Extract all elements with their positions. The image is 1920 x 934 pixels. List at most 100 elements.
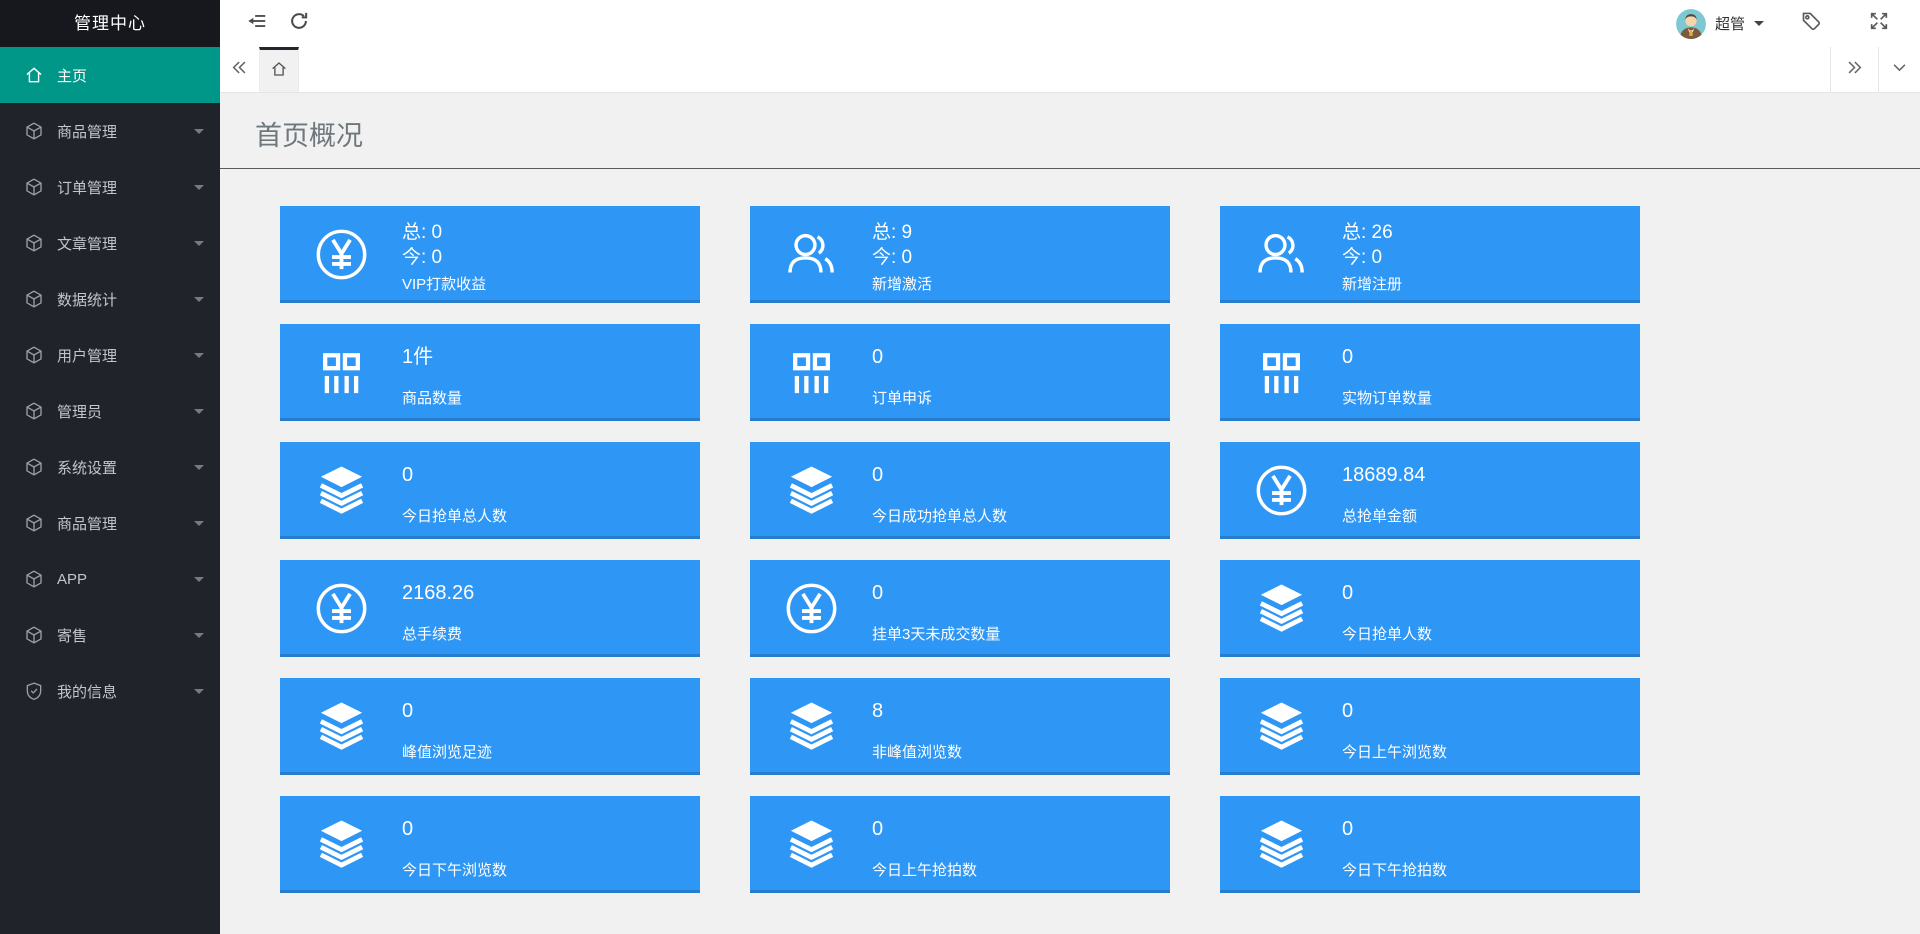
stat-card-body: 18689.84 总抢单金额 — [1342, 454, 1425, 527]
user-menu[interactable]: 超管 — [1675, 8, 1764, 39]
cube-icon — [24, 345, 44, 365]
stat-card-label: 商品数量 — [402, 390, 463, 407]
sidebar-item[interactable]: 管理员 — [0, 383, 220, 439]
layers-icon — [280, 699, 402, 754]
caret-down-icon — [194, 409, 204, 419]
sidebar-item[interactable]: APP — [0, 551, 220, 607]
stat-card-value: 0 — [1342, 818, 1354, 840]
tag-icon — [1800, 10, 1822, 37]
caret-down-icon — [194, 689, 204, 699]
tabbar — [220, 47, 1920, 93]
cube-icon — [24, 401, 44, 421]
sidebar-item[interactable]: 系统设置 — [0, 439, 220, 495]
cube-icon — [24, 513, 44, 533]
stat-card-label: VIP打款收益 — [402, 276, 487, 293]
layers-icon — [1220, 699, 1342, 754]
goods-icon — [280, 345, 402, 400]
fullscreen-button[interactable] — [1858, 3, 1900, 45]
sidebar-item[interactable]: 我的信息 — [0, 663, 220, 719]
stat-card: 8 非峰值浏览数 — [750, 678, 1170, 775]
page-title: 首页概况 — [220, 93, 1920, 169]
stat-card-label: 非峰值浏览数 — [872, 744, 963, 761]
home-icon — [270, 60, 288, 83]
sidebar-item[interactable]: 商品管理 — [0, 495, 220, 551]
stat-card-body: 0 今日抢单总人数 — [402, 454, 507, 527]
refresh-icon — [288, 10, 310, 37]
stat-card: 2168.26 总手续费 — [280, 560, 700, 657]
stat-card-body: 1件 商品数量 — [402, 336, 462, 409]
stat-card: 0 峰值浏览足迹 — [280, 678, 700, 775]
cube-icon — [24, 289, 44, 309]
collapse-menu-button[interactable] — [236, 3, 278, 45]
sidebar-item-label: 商品管理 — [57, 123, 118, 141]
stat-card-body: 0 今日下午浏览数 — [402, 808, 507, 881]
yen-circle-icon — [280, 581, 402, 636]
sidebar-item[interactable]: 商品管理 — [0, 103, 220, 159]
caret-down-icon — [194, 297, 204, 307]
stat-card: 总: 0 今: 0 VIP打款收益 — [280, 206, 700, 303]
stat-card-label: 峰值浏览足迹 — [402, 744, 493, 761]
stat-card-value: 0 — [402, 464, 414, 486]
layers-icon — [280, 463, 402, 518]
stat-card-body: 0 今日上午抢拍数 — [872, 808, 977, 881]
stat-card-body: 0 实物订单数量 — [1342, 336, 1432, 409]
layers-icon — [750, 817, 872, 872]
stat-card-label: 订单申诉 — [872, 390, 933, 407]
admin-app: 管理中心 主页 商品管理 订单管理 文章管理 数据统计 用户管理 管理员 系统设置 商品管理 AP… — [0, 0, 1920, 934]
refresh-button[interactable] — [278, 3, 320, 45]
caret-down-icon — [194, 465, 204, 475]
layers-icon — [280, 817, 402, 872]
user-name: 超管 — [1714, 16, 1745, 33]
sidebar-item-label: 数据统计 — [57, 291, 118, 309]
stats-grid: 总: 0 今: 0 VIP打款收益 总: 9 今: 0 新增激活 总: 26 今: 0 新增注册… — [220, 169, 1920, 893]
home-icon — [24, 65, 44, 85]
stat-card-body: 0 峰值浏览足迹 — [402, 690, 492, 763]
stat-card: 0 订单申诉 — [750, 324, 1170, 421]
sidebar-item-label: APP — [57, 570, 88, 588]
sidebar-item-label: 寄售 — [57, 627, 88, 645]
sidebar-item[interactable]: 文章管理 — [0, 215, 220, 271]
stat-card-body: 8 非峰值浏览数 — [872, 690, 962, 763]
topbar-right: 超管 — [1675, 3, 1900, 45]
stat-card: 18689.84 总抢单金额 — [1220, 442, 1640, 539]
chevron-down-icon — [1891, 59, 1908, 81]
layers-icon — [750, 463, 872, 518]
users-icon — [750, 227, 872, 282]
stat-card-label: 总手续费 — [402, 626, 463, 643]
sidebar-item[interactable]: 订单管理 — [0, 159, 220, 215]
stat-card-line: 总: 0 — [402, 222, 443, 243]
tag-button[interactable] — [1790, 3, 1832, 45]
sidebar-item[interactable]: 数据统计 — [0, 271, 220, 327]
caret-down-icon — [194, 185, 204, 195]
caret-down-icon — [194, 521, 204, 531]
sidebar-item[interactable]: 主页 — [0, 47, 220, 103]
tabs-menu-button[interactable] — [1878, 47, 1920, 92]
stat-card-line: 今: 0 — [1342, 247, 1383, 268]
stat-card-value: 0 — [1342, 700, 1354, 722]
app-title: 管理中心 — [0, 0, 220, 47]
stat-card: 0 今日上午浏览数 — [1220, 678, 1640, 775]
stat-card-value: 0 — [402, 818, 414, 840]
stat-card-value: 0 — [872, 818, 884, 840]
users-icon — [1220, 227, 1342, 282]
stat-card: 0 今日抢单人数 — [1220, 560, 1640, 657]
stat-card: 0 今日成功抢单总人数 — [750, 442, 1170, 539]
sidebar-item[interactable]: 用户管理 — [0, 327, 220, 383]
stat-card-label: 今日上午抢拍数 — [872, 862, 978, 879]
stat-card-line: 总: 26 — [1342, 222, 1393, 243]
stat-card-label: 新增注册 — [1342, 276, 1403, 293]
sidebar-item-label: 管理员 — [57, 403, 103, 421]
tab-home[interactable] — [259, 47, 299, 92]
caret-down-icon — [194, 353, 204, 363]
stat-card-value: 0 — [872, 464, 884, 486]
stat-card-label: 总抢单金额 — [1342, 508, 1418, 525]
stat-card-body: 总: 9 今: 0 新增激活 — [872, 214, 932, 295]
sidebar-item[interactable]: 寄售 — [0, 607, 220, 663]
stat-card-body: 0 今日抢单人数 — [1342, 572, 1432, 645]
tabs-scroll-right-button[interactable] — [1830, 47, 1878, 92]
tabs-scroll-left-button[interactable] — [220, 47, 259, 92]
stat-card-body: 总: 26 今: 0 新增注册 — [1342, 214, 1402, 295]
cube-icon — [24, 233, 44, 253]
stat-card-body: 总: 0 今: 0 VIP打款收益 — [402, 214, 486, 295]
stat-card: 总: 26 今: 0 新增注册 — [1220, 206, 1640, 303]
